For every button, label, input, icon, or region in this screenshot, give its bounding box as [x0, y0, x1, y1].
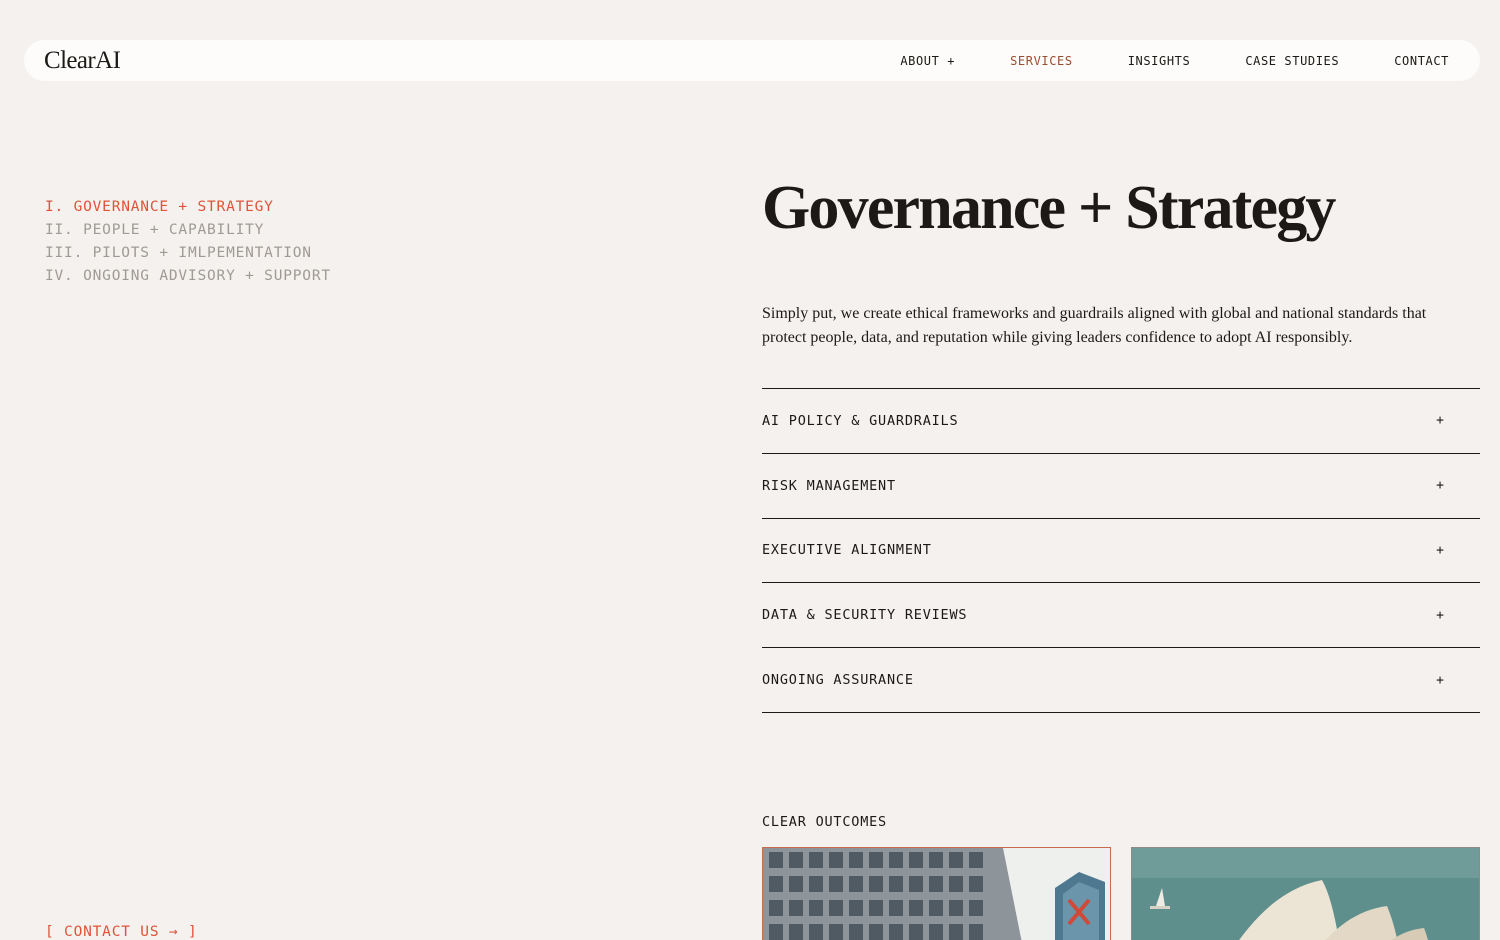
outcome-card-image-harbour[interactable]: [1131, 847, 1480, 940]
service-sidebar: I. GOVERNANCE + STRATEGY II. PEOPLE + CA…: [45, 196, 331, 288]
accordion-label: EXECUTIVE ALIGNMENT: [762, 542, 932, 559]
nav-item-about[interactable]: ABOUT +: [900, 54, 955, 68]
sidebar-item-advisory[interactable]: IV. ONGOING ADVISORY + SUPPORT: [45, 265, 331, 288]
brand-logo[interactable]: ClearAI: [44, 47, 121, 75]
accordion-label: RISK MANAGEMENT: [762, 477, 896, 494]
plus-icon[interactable]: +: [1436, 413, 1444, 428]
top-navbar: ClearAI ABOUT + SERVICES INSIGHTS CASE S…: [24, 40, 1480, 81]
plus-icon[interactable]: +: [1436, 478, 1444, 493]
contact-us-button[interactable]: [ CONTACT US → ]: [45, 924, 197, 940]
page-title: Governance + Strategy: [762, 174, 1336, 242]
accordion-item-ai-policy[interactable]: AI POLICY & GUARDRAILS +: [762, 389, 1480, 454]
accordion-label: ONGOING ASSURANCE: [762, 672, 914, 689]
accordion-label: DATA & SECURITY REVIEWS: [762, 607, 968, 624]
nav-item-insights[interactable]: INSIGHTS: [1128, 54, 1191, 68]
accordion-item-risk-management[interactable]: RISK MANAGEMENT +: [762, 454, 1480, 519]
sidebar-item-governance[interactable]: I. GOVERNANCE + STRATEGY: [45, 196, 331, 219]
nav-item-contact[interactable]: CONTACT: [1394, 54, 1449, 68]
nav-item-services[interactable]: SERVICES: [1010, 54, 1073, 68]
accordion-item-executive-alignment[interactable]: EXECUTIVE ALIGNMENT +: [762, 519, 1480, 584]
accordion-item-ongoing-assurance[interactable]: ONGOING ASSURANCE +: [762, 648, 1480, 713]
outcome-card-image-buildings[interactable]: [762, 847, 1111, 940]
intro-paragraph: Simply put, we create ethical frameworks…: [762, 305, 1427, 346]
sidebar-item-people[interactable]: II. PEOPLE + CAPABILITY: [45, 219, 331, 242]
harbour-image: [1132, 848, 1479, 940]
plus-icon[interactable]: +: [1436, 673, 1444, 688]
building-image: [763, 848, 1110, 940]
nav-item-case-studies[interactable]: CASE STUDIES: [1245, 54, 1339, 68]
accordion-item-data-security[interactable]: DATA & SECURITY REVIEWS +: [762, 583, 1480, 649]
accordion-label: AI POLICY & GUARDRAILS: [762, 412, 959, 429]
services-accordion: AI POLICY & GUARDRAILS + RISK MANAGEMENT…: [762, 388, 1480, 713]
outcomes-heading: CLEAR OUTCOMES: [762, 814, 887, 830]
main-nav: ABOUT + SERVICES INSIGHTS CASE STUDIES C…: [845, 54, 1449, 68]
sidebar-item-pilots[interactable]: III. PILOTS + IMLPEMENTATION: [45, 242, 331, 265]
plus-icon[interactable]: +: [1436, 543, 1444, 558]
plus-icon[interactable]: +: [1436, 608, 1444, 623]
